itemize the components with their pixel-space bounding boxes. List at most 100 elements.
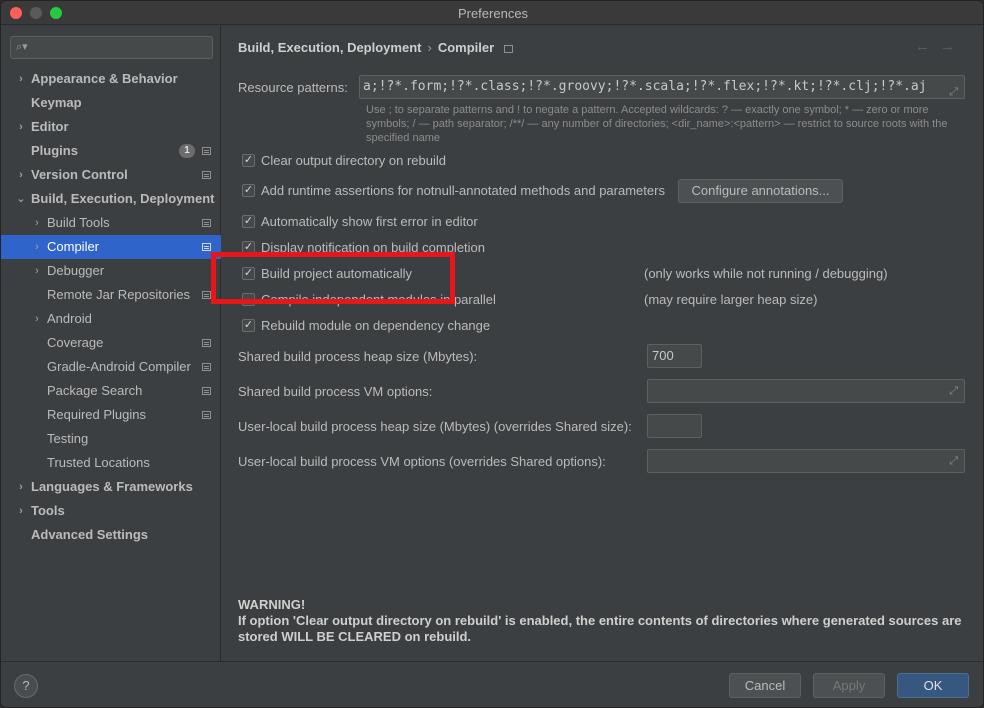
chevron-right-icon[interactable]: › bbox=[31, 235, 43, 259]
sidebar-item[interactable]: Gradle-Android Compiler bbox=[1, 355, 221, 379]
resource-patterns-label: Resource patterns: bbox=[238, 80, 348, 95]
chevron-right-icon[interactable]: › bbox=[31, 307, 43, 331]
sidebar-item-label: Trusted Locations bbox=[47, 455, 150, 470]
sidebar-item[interactable]: › Tools bbox=[1, 499, 221, 523]
runtime-assertions-label: Add runtime assertions for notnull-annot… bbox=[261, 183, 665, 198]
sidebar-item[interactable]: › Debugger bbox=[1, 259, 221, 283]
warning-text: If option 'Clear output directory on reb… bbox=[238, 613, 962, 644]
chevron-right-icon[interactable]: › bbox=[15, 499, 27, 523]
settings-search-input[interactable]: ⌕▾ bbox=[10, 36, 213, 59]
sidebar-item[interactable]: › Version Control bbox=[1, 163, 221, 187]
checkbox-box[interactable]: ✓ bbox=[242, 215, 255, 228]
sidebar-item-label: Advanced Settings bbox=[31, 527, 149, 542]
forward-arrow-icon[interactable]: → bbox=[940, 38, 965, 55]
search-icon: ⌕▾ bbox=[16, 41, 28, 53]
sidebar-item-label: Languages & Frameworks bbox=[31, 479, 193, 494]
project-settings-icon bbox=[202, 171, 211, 179]
project-settings-icon bbox=[202, 339, 211, 347]
build-automatically-note: (only works while not running / debuggin… bbox=[644, 266, 888, 281]
rebuild-on-dependency-label: Rebuild module on dependency change bbox=[261, 318, 491, 333]
checkbox-box[interactable]: ✓ bbox=[242, 184, 255, 197]
shared-heap-input[interactable]: 700 bbox=[647, 344, 702, 368]
shared-vm-input[interactable]: ⤢ bbox=[647, 379, 965, 403]
chevron-right-icon[interactable]: › bbox=[15, 115, 27, 139]
sidebar-item[interactable]: Plugins 1 bbox=[1, 139, 221, 163]
project-settings-icon bbox=[202, 147, 211, 155]
sidebar-item[interactable]: Remote Jar Repositories bbox=[1, 283, 221, 307]
sidebar-item-label: Gradle-Android Compiler bbox=[47, 359, 191, 374]
sidebar-item[interactable]: › Build Tools bbox=[1, 211, 221, 235]
sidebar-item-label: Android bbox=[47, 311, 92, 326]
sidebar-item[interactable]: Package Search bbox=[1, 379, 221, 403]
settings-sidebar: ⌕▾ › Appearance & Behavior Keymap › Editor Pl… bbox=[1, 25, 221, 661]
cancel-button[interactable]: Cancel bbox=[729, 673, 801, 698]
warning-title: WARNING! bbox=[238, 597, 306, 612]
shared-heap-label: Shared build process heap size (Mbytes): bbox=[238, 349, 478, 364]
sidebar-item[interactable]: Trusted Locations bbox=[1, 451, 221, 475]
sidebar-item[interactable]: ⌄ Build, Execution, Deployment bbox=[1, 187, 221, 211]
chevron-right-icon[interactable]: › bbox=[31, 259, 43, 283]
sidebar-item-label: Build Tools bbox=[47, 215, 110, 230]
expand-icon[interactable]: ⤢ bbox=[949, 81, 958, 98]
sidebar-item[interactable]: Coverage bbox=[1, 331, 221, 355]
checkbox-box[interactable]: ✓ bbox=[242, 154, 255, 167]
chevron-right-icon[interactable]: › bbox=[15, 163, 27, 187]
project-settings-icon bbox=[504, 44, 514, 53]
apply-button[interactable]: Apply bbox=[813, 673, 885, 698]
hint-line: symbols; / — path separator; /**/ — any … bbox=[366, 118, 948, 130]
sidebar-item[interactable]: Required Plugins bbox=[1, 403, 221, 427]
expand-icon[interactable]: ⤢ bbox=[949, 385, 958, 398]
sidebar-item[interactable]: › Android bbox=[1, 307, 221, 331]
project-settings-icon bbox=[202, 219, 211, 227]
sidebar-item[interactable]: Advanced Settings bbox=[1, 523, 221, 547]
breadcrumb-current: Compiler bbox=[437, 40, 495, 55]
rebuild-warning: WARNING! If option 'Clear output directo… bbox=[238, 597, 968, 645]
expand-icon[interactable]: ⤢ bbox=[949, 455, 958, 468]
breadcrumb-parent[interactable]: Build, Execution, Deployment bbox=[238, 40, 421, 55]
sidebar-item[interactable]: Keymap bbox=[1, 91, 221, 115]
help-button[interactable]: ? bbox=[14, 674, 38, 698]
sidebar-item[interactable]: › Languages & Frameworks bbox=[1, 475, 221, 499]
sidebar-item[interactable]: Testing bbox=[1, 427, 221, 451]
project-settings-icon bbox=[202, 411, 211, 419]
sidebar-item-label: Build, Execution, Deployment bbox=[31, 191, 215, 206]
sidebar-item-label: Appearance & Behavior bbox=[31, 71, 178, 86]
highlight-box bbox=[211, 252, 455, 304]
user-vm-label: User-local build process VM options (ove… bbox=[238, 454, 606, 469]
title-bar: Preferences bbox=[1, 1, 983, 25]
project-settings-icon bbox=[202, 387, 211, 395]
sidebar-item[interactable]: › Editor bbox=[1, 115, 221, 139]
sidebar-item-label: Compiler bbox=[47, 239, 100, 254]
sidebar-item-label: Coverage bbox=[47, 335, 104, 350]
clear-output-label: Clear output directory on rebuild bbox=[261, 153, 446, 168]
window-title: Preferences bbox=[457, 6, 529, 21]
hint-line: Use ; to separate patterns and ! to nega… bbox=[366, 104, 929, 116]
user-vm-input[interactable]: ⤢ bbox=[647, 449, 965, 473]
chevron-right-icon[interactable]: › bbox=[31, 211, 43, 235]
sidebar-item-label: Testing bbox=[47, 431, 89, 446]
sidebar-item-label: Remote Jar Repositories bbox=[47, 287, 191, 302]
chevron-right-icon[interactable]: › bbox=[15, 475, 27, 499]
resource-patterns-hint: Use ; to separate patterns and ! to nega… bbox=[366, 103, 966, 145]
project-settings-icon bbox=[202, 363, 211, 371]
project-settings-icon bbox=[202, 291, 211, 299]
ok-button[interactable]: OK bbox=[897, 673, 969, 698]
hint-line: specified name bbox=[366, 132, 440, 144]
sidebar-item[interactable]: › Appearance & Behavior bbox=[1, 67, 221, 91]
sidebar-item[interactable]: › Compiler bbox=[1, 235, 221, 259]
user-heap-input[interactable] bbox=[647, 414, 702, 438]
resource-patterns-value: a;!?*.form;!?*.class;!?*.groovy;!?*.scal… bbox=[363, 79, 927, 94]
sidebar-item-label: Tools bbox=[31, 503, 65, 518]
checkbox-box[interactable]: ✓ bbox=[242, 319, 255, 332]
breadcrumb-separator: › bbox=[427, 40, 432, 55]
sidebar-item-label: Debugger bbox=[47, 263, 105, 278]
navigation-arrows: ←→ bbox=[915, 38, 965, 55]
sidebar-item-label: Version Control bbox=[31, 167, 128, 182]
resource-patterns-field[interactable]: a;!?*.form;!?*.class;!?*.groovy;!?*.scal… bbox=[359, 75, 965, 99]
compile-parallel-note: (may require larger heap size) bbox=[644, 292, 818, 307]
configure-annotations-button[interactable]: Configure annotations... bbox=[678, 179, 843, 203]
chevron-down-icon[interactable]: ⌄ bbox=[15, 187, 27, 211]
back-arrow-icon[interactable]: ← bbox=[915, 38, 940, 55]
chevron-right-icon[interactable]: › bbox=[15, 67, 27, 91]
sidebar-item-label: Package Search bbox=[47, 383, 143, 398]
